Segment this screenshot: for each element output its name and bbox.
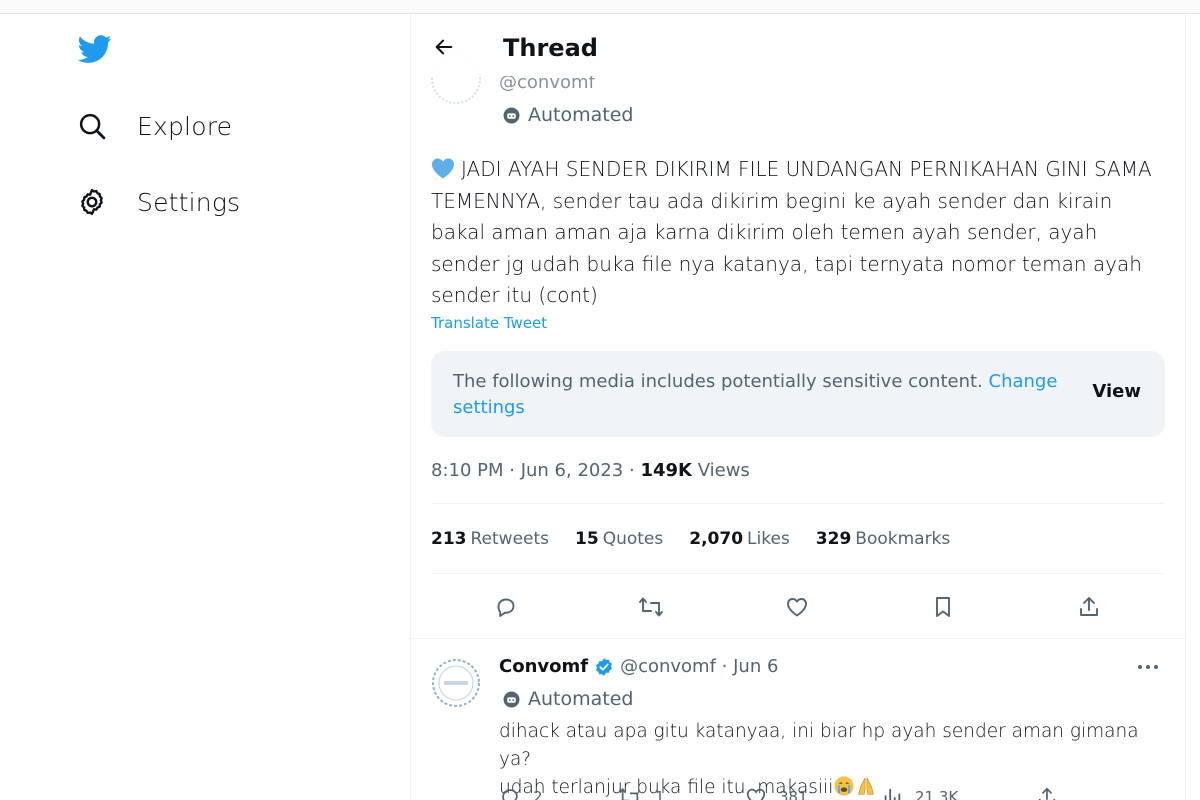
views-count: 21.3K [915, 788, 959, 800]
reply-author-name[interactable]: Convomf [499, 656, 588, 677]
bookmarks-stat[interactable]: 329 Bookmarks [816, 529, 950, 549]
reply-reply-button[interactable]: 2 [499, 786, 543, 800]
reply-share-button[interactable] [1037, 786, 1069, 800]
retweet-icon [639, 597, 663, 617]
reply-views-button[interactable]: 21.3K [881, 786, 958, 800]
quotes-stat[interactable]: 15 Quotes [575, 529, 663, 549]
thread-column: @convomf Thread Automated JADI AYAH SEND… [410, 14, 1186, 800]
bot-icon [503, 691, 520, 707]
thread-header: Thread [411, 14, 1185, 76]
sensitive-message: The following media includes potentially… [453, 369, 1063, 421]
tweet-time[interactable]: 8:10 PM [431, 460, 504, 481]
like-count: 381 [779, 788, 808, 800]
reply-retweet-button[interactable]: 1 [617, 786, 665, 800]
like-icon [787, 598, 807, 617]
more-options-button[interactable] [1133, 654, 1163, 680]
retweet-icon [619, 787, 639, 800]
bot-icon [503, 107, 520, 123]
reply-count: 2 [533, 788, 543, 800]
reply-actions: 2 1 381 21.3K [499, 786, 1099, 800]
reply-text-line: dihack atau apa gitu katanyaa, ini biar … [499, 721, 1139, 770]
share-button[interactable] [1072, 590, 1106, 624]
bookmark-button[interactable] [926, 590, 960, 624]
sidebar-item-label: Explore [137, 111, 233, 141]
back-arrow-icon [435, 39, 453, 55]
reply-icon [497, 598, 515, 617]
reply-avatar[interactable] [431, 658, 481, 708]
automated-badge: Automated [503, 104, 633, 126]
tweet-actions [431, 590, 1165, 624]
automated-label: Automated [528, 688, 634, 710]
view-media-button[interactable]: View [1092, 381, 1141, 402]
retweets-stat[interactable]: 213 Retweets [431, 529, 549, 549]
twitter-logo-icon[interactable] [76, 32, 114, 66]
share-icon [1038, 787, 1056, 800]
browser-top-edge [0, 0, 1200, 14]
back-button[interactable] [429, 32, 459, 62]
like-button[interactable] [780, 590, 814, 624]
tweet-date[interactable]: Jun 6, 2023 [521, 460, 624, 481]
likes-stat[interactable]: 2,070 Likes [689, 529, 790, 549]
retweet-button[interactable] [634, 590, 668, 624]
divider [431, 573, 1165, 574]
bookmark-icon [936, 597, 950, 617]
more-dots-icon [1138, 665, 1158, 669]
views-chart-icon [884, 788, 901, 800]
tweet-body: JADI AYAH SENDER DIKIRIM FILE UNDANGAN P… [431, 154, 1161, 312]
reply-icon [502, 789, 518, 800]
sensitive-text: The following media includes potentially… [453, 371, 983, 392]
divider [411, 638, 1185, 639]
reply-automated-badge: Automated [503, 688, 633, 710]
views-label: Views [697, 460, 750, 481]
tweet-meta: 8:10 PM · Jun 6, 2023 · 149K Views [431, 460, 750, 481]
blue-heart-emoji-icon [432, 158, 454, 179]
gear-icon [76, 186, 108, 218]
translate-tweet-link[interactable]: Translate Tweet [431, 314, 547, 332]
reply-button[interactable] [489, 590, 523, 624]
page-margin [1186, 14, 1200, 800]
page-title: Thread [503, 34, 598, 62]
retweet-count: 1 [655, 788, 665, 800]
sidebar-nav: Explore Settings [0, 14, 410, 800]
share-icon [1080, 597, 1098, 616]
tweet-text: JADI AYAH SENDER DIKIRIM FILE UNDANGAN P… [431, 157, 1152, 307]
automated-label: Automated [528, 104, 634, 126]
reply-like-button[interactable]: 381 [745, 786, 808, 800]
tweet-stats: 213 Retweets 15 Quotes 2,070 Likes 329 Bookm… [431, 529, 976, 549]
sensitive-media-notice: The following media includes potentially… [431, 351, 1165, 437]
like-icon [746, 788, 766, 800]
sidebar-item-label: Settings [137, 187, 241, 217]
sidebar-item-explore[interactable]: Explore [76, 106, 232, 146]
divider [431, 503, 1165, 504]
sidebar-item-settings[interactable]: Settings [76, 182, 240, 222]
reply-author-handle[interactable]: @convomf [620, 656, 716, 677]
search-icon [76, 110, 108, 142]
reply-separator: · [715, 656, 734, 677]
reply-header: Convomf @convomf · Jun 6 [499, 656, 778, 677]
views-count: 149K [640, 460, 692, 481]
reply-date[interactable]: Jun 6 [733, 656, 778, 677]
verified-badge-icon [596, 657, 612, 676]
